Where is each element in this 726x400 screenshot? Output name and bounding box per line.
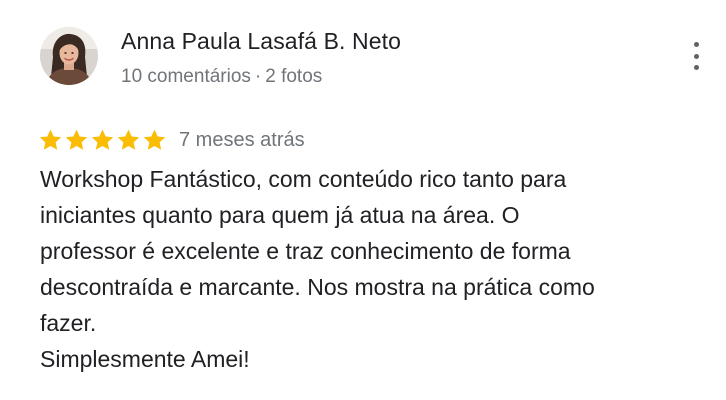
star-icon [117,129,140,150]
review-time: 7 meses atrás [179,128,305,151]
review-card: Anna Paula Lasafá B. Neto 10 comentários… [0,0,726,400]
avatar[interactable] [40,27,98,85]
star-icon [39,129,62,150]
review-text-line: professor é excelente e traz conheciment… [40,238,571,264]
more-vert-icon[interactable] [684,40,708,72]
star-icon [91,129,114,150]
rating-row: 7 meses atrás [38,127,305,153]
more-dot [693,53,699,59]
author-name[interactable]: Anna Paula Lasafá B. Neto [121,28,401,55]
star-rating [38,128,168,152]
more-dot [693,42,699,47]
review-text-line: Simplesmente Amei! [40,346,250,372]
author-meta: 10 comentários · 2 fotos [121,66,322,88]
review-text-line: descontraída e marcante. Nos mostra na p… [40,274,595,300]
review-text: Workshop Fantástico, com conteúdo rico t… [40,161,690,377]
review-text-line: iniciantes quanto para quem já atua na á… [40,202,520,228]
review-text-line: Workshop Fantástico, com conteúdo rico t… [40,166,567,192]
review-text-line: fazer. [40,310,97,336]
more-dot [693,65,699,70]
photos-count: 2 fotos [265,66,323,87]
meta-separator: · [254,66,262,87]
star-icon [143,129,166,150]
star-icon [65,129,88,150]
comments-count: 10 comentários [121,66,251,87]
user-photo-avatar-icon [40,27,98,85]
